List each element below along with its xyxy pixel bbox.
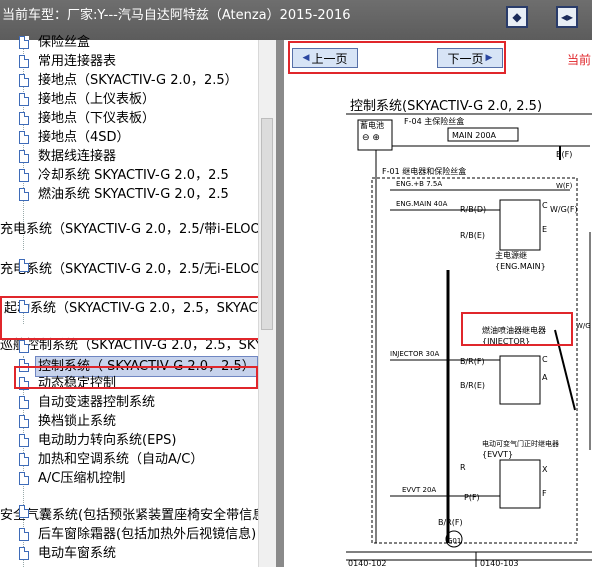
highlight-box-control [14,366,258,389]
battery-label: 蓄电池 [360,120,384,130]
document-icon [19,169,29,182]
svg-text:W/G: W/G [576,322,591,330]
svg-text:W/G(F): W/G(F) [550,205,578,214]
svg-text:A: A [542,373,548,382]
svg-text:X: X [542,465,548,474]
document-icon [19,259,29,272]
document-icon [19,434,29,447]
highlight-box-injector [461,312,573,346]
svg-text:W(F): W(F) [556,182,573,190]
eng-b-fuse: ENG.+B 7.5A [396,180,442,188]
svg-text:B/R(E): B/R(E) [460,381,485,390]
tree-item[interactable]: 充电系统（SKYACTIV-G 2.0，2.5/无i-ELOO [0,260,261,279]
tree-item[interactable]: 接地点（SKYACTIV-G 2.0，2.5） [38,71,238,90]
document-icon [19,55,29,68]
ground-g01: G01 [447,537,461,545]
tree-item[interactable]: 电动车窗系统 [38,544,116,563]
page-double-icon[interactable]: ◂▸ [556,6,578,28]
main-fuse-label: MAIN 200A [452,131,497,140]
main-relay-cn: 主电源继 [495,250,527,260]
tree-item[interactable]: 电动助力转向系统(EPS) [38,431,176,450]
page-code-1: 0140-102 [348,559,387,567]
svg-text:B/R(F): B/R(F) [460,357,485,366]
tree-item[interactable]: 安全气囊系统(包括预张紧装置座椅安全带信息 [0,506,265,525]
page-single-icon[interactable]: ◆ [506,6,528,28]
evvt-fuse: EVVT 20A [402,486,436,494]
main-relay-en: {ENG.MAIN} [495,262,546,271]
document-icon [19,112,29,125]
tree-item[interactable]: A/C压缩机控制 [38,469,125,488]
document-icon [19,340,29,353]
document-icon [19,396,29,409]
svg-text:E: E [542,225,547,234]
svg-text:C: C [542,201,548,210]
diagram-title: 控制系统(SKYACTIV-G 2.0, 2.5) [350,99,542,114]
document-icon [19,93,29,106]
svg-text:R/B(E): R/B(E) [460,231,485,240]
tree-item[interactable]: 接地点（下仪表板） [38,109,155,128]
document-icon [19,453,29,466]
document-icon [19,415,29,428]
injector-fuse: INJECTOR 30A [390,350,439,358]
tree-item[interactable]: 自动变速器控制系统 [38,393,155,412]
tree-item[interactable]: 数据线连接器 [38,147,116,166]
f04-label: F-04 主保险丝盒 [404,116,464,126]
svg-text:C: C [542,355,548,364]
tree-item[interactable]: 燃油系统 SKYACTIV-G 2.0，2.5 [38,185,229,204]
evvt-relay-en: {EVVT} [482,450,513,459]
page-code-2: 0140-103 [480,559,519,567]
svg-text:P(F): P(F) [464,493,480,502]
tree-item[interactable]: 接地点（上仪表板） [38,90,155,109]
tree-item[interactable]: 换档锁止系统 [38,412,116,431]
document-icon [19,472,29,485]
document-icon [19,131,29,144]
tree-item[interactable]: 常用连接器表 [38,52,116,71]
tree-item[interactable]: 充电系统（SKYACTIV-G 2.0，2.5/带i-ELOO [0,220,261,239]
document-icon [19,528,29,541]
document-icon [19,188,29,201]
vehicle-title: 当前车型：厂家:Y---汽马自达阿特兹（Atenza）2015-2016 [2,8,351,23]
tree-item[interactable]: 保险丝盒 [38,33,90,52]
document-icon [19,547,29,560]
document-icon [19,36,29,49]
svg-text:F: F [542,489,547,498]
svg-text:B/R(F): B/R(F) [438,518,463,527]
tree-item[interactable]: 接地点（4SD） [38,128,130,147]
document-icon [19,74,29,87]
tree-item[interactable]: 冷却系统 SKYACTIV-G 2.0，2.5 [38,166,229,185]
svg-text:⊖ ⊕: ⊖ ⊕ [362,133,380,143]
splitter[interactable] [276,40,284,567]
scrollbar-thumb[interactable] [261,118,273,330]
highlight-box-nav [288,41,506,74]
document-icon [19,505,29,518]
document-icon [19,150,29,163]
current-label: 当前 [567,53,592,67]
svg-text:R/B(D): R/B(D) [460,205,486,214]
f01-label: F-01 继电器和保险丝盒 [382,166,466,176]
eng-main-fuse: ENG.MAIN 40A [396,200,448,208]
tree-item[interactable]: 加热和空调系统（自动A/C） [38,450,203,469]
highlight-box-starting [0,296,264,340]
tree-item[interactable]: 后车窗除霜器(包括加热外后视镜信息) [38,525,256,544]
evvt-relay-cn: 电动可变气门正时继电器 [482,439,559,448]
svg-text:B(F): B(F) [556,150,572,159]
svg-text:R: R [460,463,466,472]
